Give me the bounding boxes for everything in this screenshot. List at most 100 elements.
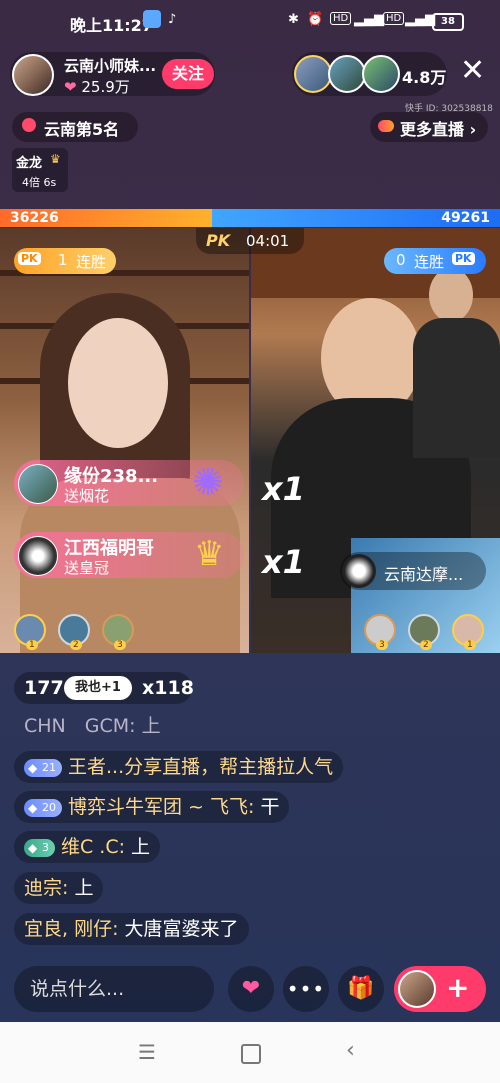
follow-button[interactable]: 关注 [162,59,214,89]
tiktok-icon: ♪ [168,12,177,27]
top-gifter-avatar[interactable]: 1 [452,614,484,650]
dragon-badge[interactable]: 金龙 ♛ 4倍 6s [12,148,68,192]
chat-user: 维C .C: [61,836,126,858]
level-badge: 3 [24,838,55,857]
top-gifter-avatar[interactable]: 2 [408,614,440,650]
gift-count: x1 [262,543,305,581]
combo-row: 177 我也+1 x118 [14,672,194,704]
chat-text: 上 [125,836,151,858]
pk-timer-badge: PK 04:01 [196,228,304,254]
right-host-name: 云南达摩... [384,565,464,584]
chat-message[interactable]: 21 王者...分享直播，帮主播拉人气 [14,751,344,783]
comment-input[interactable]: 说点什么... [14,966,214,1012]
gift-notification[interactable]: 江西福明哥 送皇冠 ♛ [14,532,244,578]
chat-message[interactable]: 宜良, 刚仔: 大唐富婆来了 [14,913,249,945]
status-time: 晚上11:27 [70,16,153,35]
pk-left-score: 36226 [10,210,59,226]
chat-user: 宜良, 刚仔: [24,918,119,940]
gift-count: x1 [262,470,305,508]
more-live-pill[interactable]: 更多直播 › [370,112,488,142]
signal-icon-2: ▂▄▆ [405,12,435,27]
chat-user: CHN GCM: [24,715,136,737]
bystander-face [429,268,473,322]
chat-text: 上 [68,877,94,899]
chat-text: 大唐富婆来了 [118,918,239,940]
left-streak-num: 1 [58,251,68,269]
pk-timer: 04:01 [246,232,290,250]
viewer-avatar-3[interactable] [362,55,400,93]
rank-number: 1 [464,640,476,650]
pk-score-bar: 36226 49261 [0,209,500,227]
battery-icon: 38 [432,13,464,31]
status-bar: 晚上11:27 ♪ ✱ ⏰ HD ▂▄▆ HD ▂▄▆ 38 [0,0,500,44]
right-streak-badge: 0 连胜 PK [384,248,486,274]
viewer-avatar-2[interactable] [328,55,366,93]
pk-label: PK [206,231,231,250]
crown-icon: ♛ [194,534,225,574]
chat-message[interactable]: 迪宗: 上 [14,872,104,904]
top-gifter-avatar[interactable]: 3 [364,614,396,650]
rank-pill[interactable]: 云南第5名 [12,112,138,142]
heart-icon: ❤ [64,78,77,96]
close-icon[interactable]: ✕ [460,56,485,86]
pk-small-icon: PK [452,252,475,265]
gift-sender-avatar [18,536,58,576]
menu-icon[interactable]: ☰ [138,1040,156,1064]
rank-number: 3 [376,640,388,650]
gift-notification[interactable]: 缘份238... 送烟花 ✺ [14,460,244,506]
me-too-button[interactable]: 我也+1 [64,676,132,700]
app-notification-icon [143,10,161,28]
chat-message[interactable]: 3 维C .C: 上 [14,831,161,863]
right-streak-label: 连胜 [414,253,445,271]
more-icon[interactable]: ••• [283,966,329,1012]
rank-label: 云南第5名 [44,120,120,139]
streamer-face [68,318,168,448]
bystander-body [413,318,500,458]
level-badge: 21 [24,758,62,777]
host-name: 云南小师妹... [64,57,157,75]
chat-user: 博弈斗牛军团 ~ 飞飞: [68,796,255,818]
host-likes-value: 25.9万 [81,78,130,96]
share-live-button[interactable]: + [394,966,486,1012]
chat-user: 迪宗: [24,877,69,899]
left-streak-badge: PK 1 连胜 [14,248,116,274]
dragon-icon: ♛ [50,152,61,166]
chat-message[interactable]: CHN GCM: 上 [14,710,171,742]
back-icon[interactable]: ‹ [346,1038,355,1063]
rank-number: 3 [114,640,126,650]
top-gifter-avatar[interactable]: 1 [14,614,46,650]
clock-icon [22,118,36,132]
right-host-tag[interactable]: 云南达摩... [340,552,486,590]
chat-text: 干 [254,796,280,818]
hd-icon: HD [330,12,352,25]
viewer-count: 4.8万 [402,68,447,87]
rank-number: 2 [70,640,82,650]
right-host-avatar [342,554,376,588]
home-icon[interactable] [241,1044,261,1064]
chat-user: 王者...分享直播，帮主播拉人气 [68,756,334,778]
top-gifter-avatar[interactable]: 3 [102,614,134,650]
left-streak-label: 连胜 [76,253,107,271]
alarm-icon: ⏰ [307,12,324,27]
gift-action: 送皇冠 [64,559,110,577]
combo-times: x118 [142,677,194,699]
chat-text: 上 [135,715,161,737]
viewer-avatar-1[interactable] [294,55,332,93]
badge-sub: 4倍 6s [22,176,57,189]
host-avatar[interactable] [12,54,54,96]
signal-icon: ▂▄▆ [354,12,384,27]
top-gifter-avatar[interactable]: 2 [58,614,90,650]
plus-icon: + [446,971,470,1004]
left-video-pane[interactable] [0,228,249,653]
live-icon [378,120,394,132]
chat-message[interactable]: 20 博弈斗牛军团 ~ 飞飞: 干 [14,791,290,823]
like-heart-button[interactable]: ❤ [228,966,274,1012]
host-mini-avatar [398,970,436,1008]
badge-title: 金龙 [16,156,43,171]
pk-small-icon: PK [18,252,41,265]
hd-icon-2: HD [383,12,405,25]
combo-count: 177 [24,677,64,699]
bluetooth-icon: ✱ [288,12,299,27]
gift-icon[interactable]: 🎁 [338,966,384,1012]
fireworks-icon: ✺ [192,460,224,504]
